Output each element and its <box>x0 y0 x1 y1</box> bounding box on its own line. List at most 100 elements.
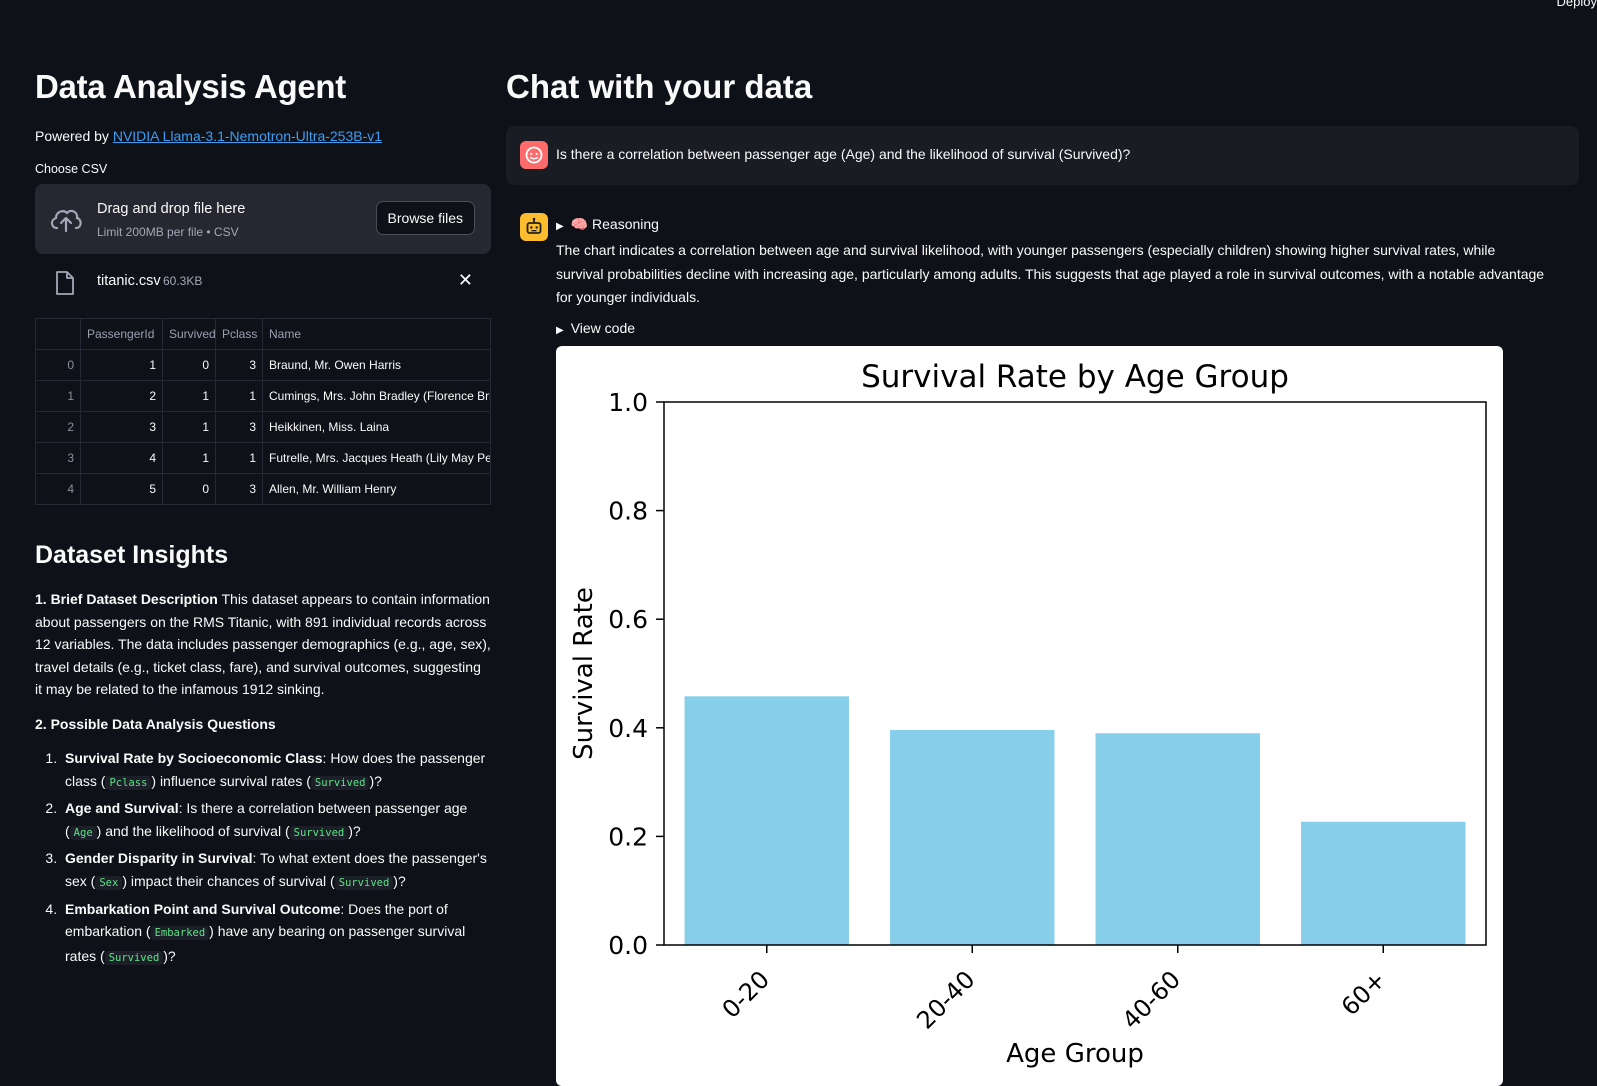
column-header[interactable]: Name <box>262 318 491 350</box>
row-index: 4 <box>35 473 81 505</box>
table-row: 2 3 1 3 Heikkinen, Miss. Laina <box>35 411 491 443</box>
file-name: titanic.csv <box>97 273 161 289</box>
table-row: 0 1 0 3 Braund, Mr. Owen Harris <box>35 349 491 381</box>
question-title: Gender Disparity in Survival <box>65 850 253 867</box>
row-index: 1 <box>35 380 81 412</box>
list-item: Survival Rate by Socioeconomic Class: Ho… <box>61 747 491 794</box>
table-cell: Cumings, Mrs. John Bradley (Florence Bri <box>262 380 491 412</box>
inline-code: Age <box>69 825 97 840</box>
table-cell: 3 <box>215 349 263 381</box>
question-text: )? <box>348 822 361 839</box>
bar <box>1301 821 1466 945</box>
chat-title: Chat with your data <box>506 68 813 105</box>
column-header[interactable] <box>35 318 81 350</box>
list-item: Age and Survival: Is there a correlation… <box>61 797 491 844</box>
table-cell: 1 <box>162 380 216 412</box>
file-icon <box>56 271 74 295</box>
questions-list: Survival Rate by Socioeconomic Class: Ho… <box>35 747 491 969</box>
row-index: 0 <box>35 349 81 381</box>
reasoning-label: 🧠 Reasoning <box>570 216 659 232</box>
dataset-description: 1. Brief Dataset Description This datase… <box>35 588 491 701</box>
bar <box>890 729 1055 945</box>
column-header[interactable]: Pclass <box>215 318 263 350</box>
question-title: Age and Survival <box>65 800 179 817</box>
x-tick-label: 60+ <box>1336 965 1392 1021</box>
table-row: 3 4 1 1 Futrelle, Mrs. Jacques Heath (Li… <box>35 442 491 474</box>
inline-code: Embarked <box>150 926 210 941</box>
user-avatar-icon <box>520 141 548 169</box>
table-cell: 0 <box>162 349 216 381</box>
y-tick-label: 1.0 <box>608 388 648 417</box>
description-heading: 1. Brief Dataset Description <box>35 591 218 607</box>
table-cell: 1 <box>162 442 216 474</box>
x-tick-label: 20-40 <box>911 965 980 1034</box>
caret-right-icon: ▶ <box>556 325 564 336</box>
uploaded-file-row: titanic.csv 60.3KB ✕ <box>35 254 491 310</box>
cloud-upload-icon <box>50 209 82 233</box>
table-cell: Heikkinen, Miss. Laina <box>262 411 491 443</box>
chat-panel: Chat with your data Is there a correlati… <box>506 68 1579 1086</box>
inline-code: Survived <box>104 950 164 965</box>
question-text: ) influence survival rates ( <box>151 772 311 789</box>
reasoning-expander[interactable]: ▶ 🧠 Reasoning <box>556 216 659 233</box>
app-title: Data Analysis Agent <box>35 68 346 105</box>
view-code-expander[interactable]: ▶ View code <box>556 320 635 336</box>
table-cell: 2 <box>80 380 163 412</box>
table-row: 4 5 0 3 Allen, Mr. William Henry <box>35 473 491 505</box>
question-text: )? <box>163 947 176 964</box>
x-tick-label: 40-60 <box>1117 965 1186 1034</box>
table-cell: 5 <box>80 473 163 505</box>
table-cell: 0 <box>162 473 216 505</box>
inline-code: Survived <box>334 875 394 890</box>
row-index: 3 <box>35 442 81 474</box>
y-tick-label: 0.4 <box>608 714 648 743</box>
assistant-avatar-icon <box>520 213 548 241</box>
list-item: Embarkation Point and Survival Outcome: … <box>61 898 491 970</box>
dropzone-primary-text: Drag and drop file here <box>97 201 246 217</box>
question-text: )? <box>369 772 382 789</box>
question-title: Survival Rate by Socioeconomic Class <box>65 749 323 766</box>
questions-heading: 2. Possible Data Analysis Questions <box>35 715 276 732</box>
file-dropzone[interactable]: Drag and drop file here Limit 200MB per … <box>35 184 491 254</box>
bar <box>684 696 849 945</box>
caret-right-icon: ▶ <box>556 221 564 232</box>
question-title: Embarkation Point and Survival Outcome <box>65 900 341 917</box>
powered-prefix: Powered by <box>35 128 109 144</box>
table-cell: 3 <box>215 473 263 505</box>
table-cell: 1 <box>162 411 216 443</box>
y-axis-label: Survival Rate <box>569 587 599 760</box>
inline-code: Survived <box>289 825 349 840</box>
chart-figure: Survival Rate by Age Group 0-20 20-40 40-60… <box>556 346 1503 1086</box>
view-code-label: View code <box>570 320 636 336</box>
table-cell: Futrelle, Mrs. Jacques Heath (Lily May P… <box>262 442 491 474</box>
inline-code: Survived <box>310 775 370 790</box>
bar-chart: Survival Rate by Age Group 0-20 20-40 40-60… <box>569 359 1487 1069</box>
column-header[interactable]: Survived <box>162 318 216 350</box>
bar <box>1095 733 1260 945</box>
data-table[interactable]: PassengerId Survived Pclass Name 0 1 0 3… <box>35 318 491 505</box>
assistant-answer-text: The chart indicates a correlation betwee… <box>556 242 1545 305</box>
close-icon[interactable]: ✕ <box>458 270 473 291</box>
x-axis-label: Age Group <box>1006 1039 1144 1069</box>
y-tick-label: 0.0 <box>608 931 648 960</box>
inline-code: Sex <box>95 875 123 890</box>
table-row: 1 2 1 1 Cumings, Mrs. John Bradley (Flor… <box>35 380 491 412</box>
table-cell: 4 <box>80 442 163 474</box>
dropzone-limit-text: Limit 200MB per file • CSV <box>97 225 239 239</box>
model-link[interactable]: NVIDIA Llama-3.1-Nemotron-Ultra-253B-v1 <box>113 128 382 144</box>
table-cell: 3 <box>80 411 163 443</box>
user-message: Is there a correlation between passenger… <box>506 126 1579 185</box>
y-tick-label: 0.6 <box>608 605 648 634</box>
y-tick-label: 0.8 <box>608 497 648 526</box>
chart-title: Survival Rate by Age Group <box>861 359 1289 395</box>
deploy-button[interactable]: Deploy <box>1557 0 1597 9</box>
list-item: Gender Disparity in Survival: To what ex… <box>61 847 491 894</box>
inline-code: Pclass <box>105 775 152 790</box>
browse-files-button[interactable]: Browse files <box>375 201 475 235</box>
table-cell: 1 <box>215 380 263 412</box>
y-tick-label: 0.2 <box>608 822 648 851</box>
column-header[interactable]: PassengerId <box>80 318 163 350</box>
table-cell: 1 <box>80 349 163 381</box>
sidebar-panel: Data Analysis Agent Powered by NVIDIA Ll… <box>35 68 491 972</box>
powered-by: Powered by NVIDIA Llama-3.1-Nemotron-Ult… <box>35 128 491 144</box>
